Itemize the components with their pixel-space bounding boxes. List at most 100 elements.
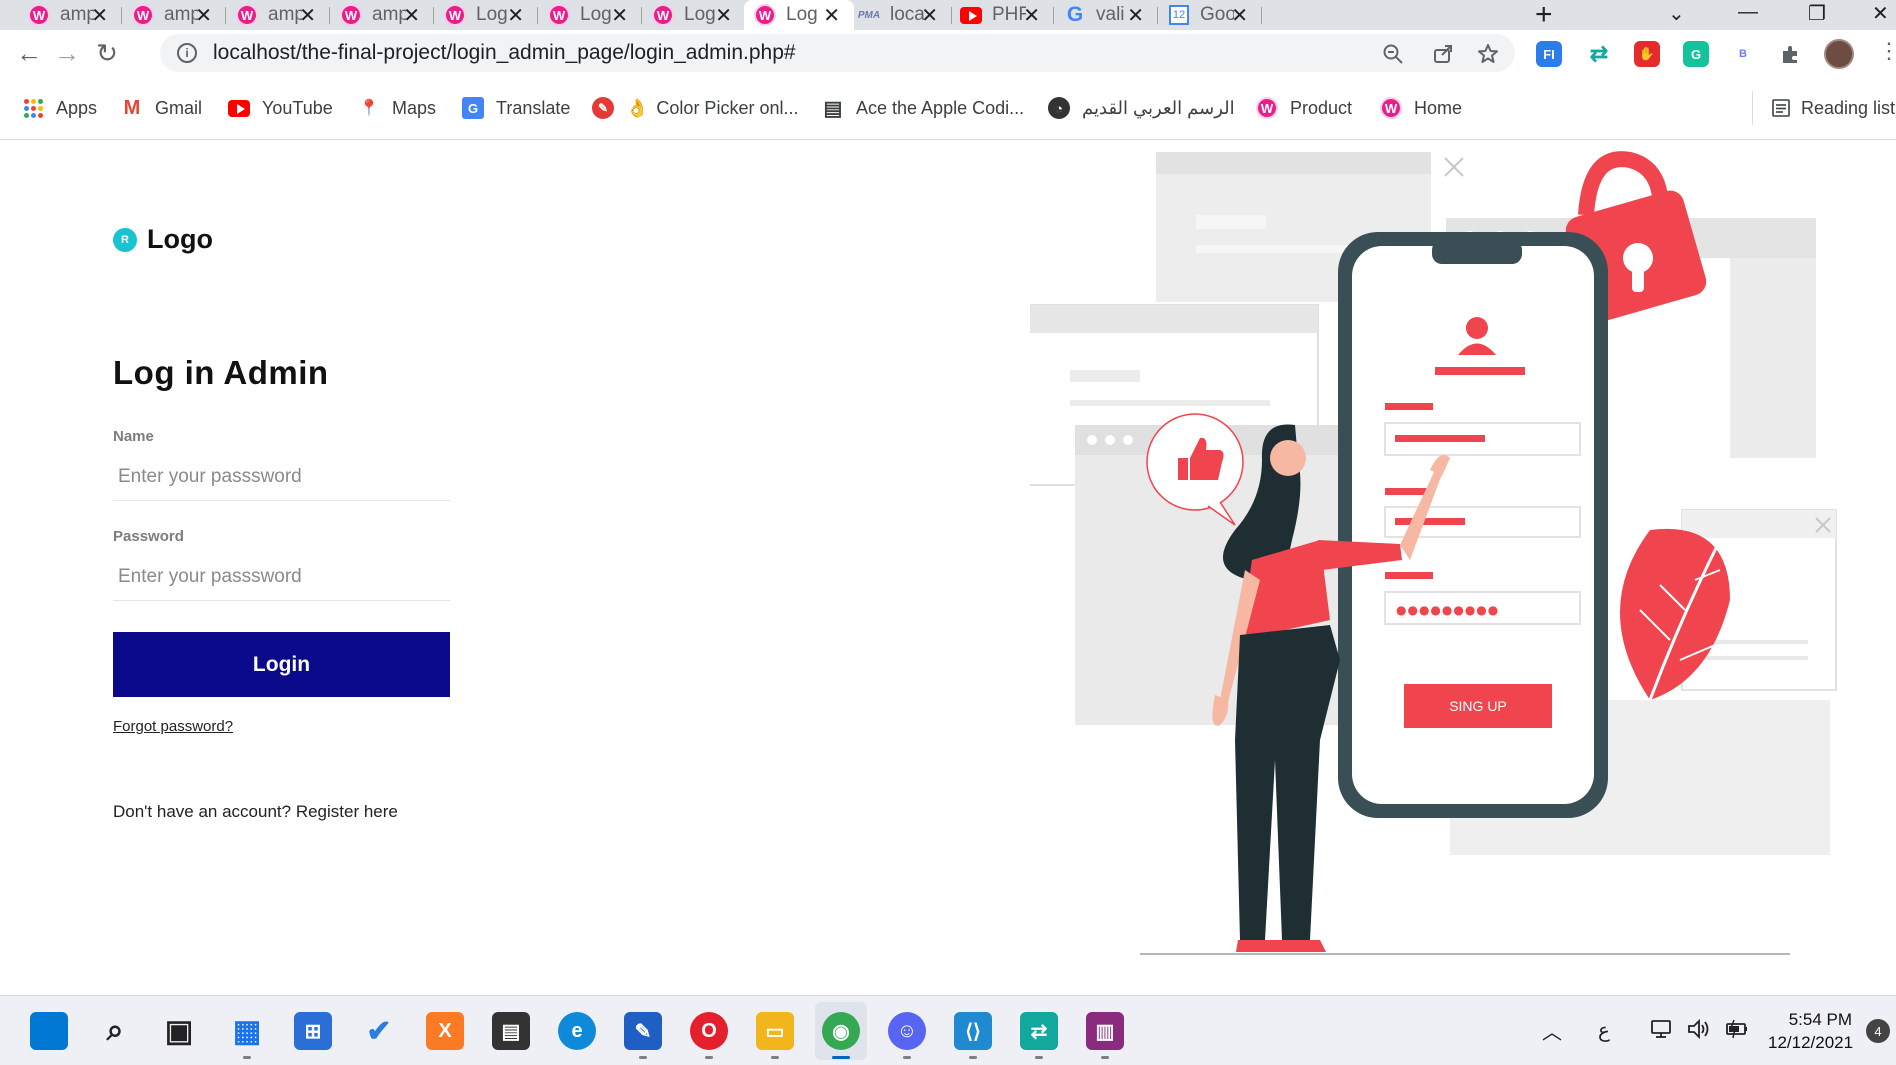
- url-text[interactable]: localhost/the-final-project/login_admin_…: [213, 41, 796, 65]
- tab-close-icon[interactable]: ✕: [403, 3, 420, 28]
- share-icon[interactable]: [1432, 43, 1454, 65]
- site-info-icon[interactable]: i: [177, 43, 197, 63]
- bookmark-item[interactable]: ▤ Ace the Apple Codi...: [822, 97, 1025, 120]
- reading-list-button[interactable]: Reading list: [1752, 91, 1895, 125]
- clock-date: 12/12/2021: [1768, 1033, 1854, 1052]
- system-clock[interactable]: 5:54 PM 12/12/2021: [1768, 1008, 1854, 1054]
- tab-close-icon[interactable]: ✕: [1231, 3, 1248, 28]
- restore-icon[interactable]: ❐: [1808, 1, 1826, 26]
- bookmark-item[interactable]: W Home: [1380, 97, 1462, 119]
- bookmark-item[interactable]: M Gmail: [121, 97, 202, 119]
- search-icon[interactable]: ⌕: [96, 1012, 134, 1050]
- wamp-icon: W: [236, 4, 258, 26]
- widgets-icon[interactable]: ▦: [228, 1012, 266, 1050]
- reload-icon[interactable]: ↻: [92, 38, 122, 69]
- browser-tab[interactable]: W Log ✕: [642, 0, 746, 30]
- xampp-icon[interactable]: X: [426, 1012, 464, 1050]
- browser-tab[interactable]: Wampps✕: [330, 0, 434, 30]
- notification-count-badge[interactable]: 4: [1866, 1019, 1890, 1043]
- login-button[interactable]: Login: [113, 632, 450, 697]
- chrome-icon[interactable]: ◉: [822, 1012, 860, 1050]
- back-icon[interactable]: ←: [14, 38, 44, 69]
- forward-icon[interactable]: →: [52, 38, 82, 69]
- tab-close-icon[interactable]: ✕: [1023, 3, 1040, 28]
- tab-close-icon[interactable]: ✕: [91, 3, 108, 28]
- screen-share-extension-icon[interactable]: ⇄: [1586, 41, 1612, 67]
- minimize-icon[interactable]: —: [1738, 1, 1758, 24]
- bookmark-item[interactable]: 📍 Maps: [358, 97, 436, 119]
- browser-tab[interactable]: Wampps✕: [122, 0, 226, 30]
- page-title: Log in Admin: [113, 354, 329, 391]
- browser-tab[interactable]: Wampps✕: [18, 0, 122, 30]
- input-language-indicator[interactable]: ع: [1598, 1018, 1610, 1043]
- bookmark-star-icon[interactable]: [1476, 42, 1500, 66]
- tab-close-icon[interactable]: ✕: [611, 3, 628, 28]
- windows-start-icon[interactable]: [30, 1012, 68, 1050]
- vscode-icon[interactable]: ⟨⟩: [954, 1012, 992, 1050]
- wamp-icon: W: [132, 4, 154, 26]
- tab-close-icon[interactable]: ✕: [507, 3, 524, 28]
- file-explorer-icon[interactable]: ▭: [756, 1012, 794, 1050]
- brand-logo[interactable]: R Logo: [113, 224, 213, 255]
- browser-tab[interactable]: Wampps✕: [226, 0, 330, 30]
- close-window-icon[interactable]: ✕: [1872, 1, 1889, 26]
- bookmark-label: الرسم العربي القديم: [1082, 97, 1235, 118]
- grammarly-extension-icon[interactable]: G: [1683, 41, 1709, 67]
- discord-icon[interactable]: ☺: [888, 1012, 926, 1050]
- tab-search-icon[interactable]: ⌄: [1668, 1, 1685, 26]
- profile-avatar[interactable]: [1824, 39, 1854, 69]
- bookmark-label: Color Picker onl...: [656, 97, 799, 118]
- edge-icon[interactable]: e: [558, 1012, 596, 1050]
- register-prompt[interactable]: Don't have an account? Register here: [113, 802, 398, 822]
- tab-close-icon[interactable]: ✕: [1127, 3, 1144, 28]
- battery-charging-icon[interactable]: [1724, 1019, 1750, 1039]
- address-bar[interactable]: i localhost/the-final-project/login_admi…: [160, 34, 1515, 72]
- bookmark-item[interactable]: ◔ الرسم العربي القديم: [1048, 97, 1235, 119]
- tab-close-icon[interactable]: ✕: [823, 3, 840, 28]
- tab-close-icon[interactable]: ✕: [715, 3, 732, 28]
- winrar-icon[interactable]: ▥: [1086, 1012, 1124, 1050]
- name-input[interactable]: [113, 453, 450, 501]
- new-tab-button[interactable]: +: [1535, 0, 1553, 32]
- document-icon: ▤: [823, 97, 843, 120]
- tray-overflow-chevron-icon[interactable]: ︿: [1542, 1016, 1562, 1045]
- fi-extension-icon[interactable]: FI: [1536, 41, 1562, 67]
- browser-tab[interactable]: 12 Goo ✕: [1158, 0, 1262, 30]
- bookmark-item[interactable]: G Translate: [462, 97, 570, 119]
- forgot-password-link[interactable]: Forgot password?: [113, 718, 233, 735]
- browser-tab[interactable]: Gvali ✕: [1054, 0, 1158, 30]
- todo-icon[interactable]: ✔: [360, 1012, 398, 1050]
- wamp-icon-glyph: W: [652, 4, 674, 26]
- tab-close-icon[interactable]: ✕: [921, 3, 938, 28]
- microsoft-store-icon[interactable]: ⊞: [294, 1012, 332, 1050]
- zoom-icon[interactable]: [1382, 43, 1404, 65]
- screen-share-icon[interactable]: ⇄: [1020, 1012, 1058, 1050]
- extensions-puzzle-icon[interactable]: [1779, 42, 1803, 66]
- tab-close-icon[interactable]: ✕: [299, 3, 316, 28]
- stop-extension-icon[interactable]: ✋: [1634, 41, 1660, 67]
- volume-icon[interactable]: [1686, 1018, 1712, 1040]
- bookmark-item[interactable]: ✎ 👌 Color Picker onl...: [592, 97, 798, 119]
- tab-close-icon[interactable]: ✕: [195, 3, 212, 28]
- hand-emoji-icon: 👌: [626, 97, 649, 118]
- password-input[interactable]: [113, 553, 450, 601]
- browser-tab[interactable]: W Log ✕: [744, 0, 854, 30]
- bookmark-item[interactable]: Apps: [22, 97, 97, 119]
- calendar-icon-glyph: 12: [1169, 5, 1189, 25]
- browser-tab[interactable]: PHF ✕: [950, 0, 1054, 30]
- bookmark-item[interactable]: W Product: [1256, 97, 1352, 119]
- task-view-icon[interactable]: ▣: [160, 1012, 198, 1050]
- browser-tab[interactable]: W Log ✕: [434, 0, 538, 30]
- menu-kebab-icon[interactable]: ⋮: [1878, 38, 1896, 64]
- browser-tab[interactable]: W Log ✕: [538, 0, 642, 30]
- bookmark-item[interactable]: YouTube: [228, 97, 333, 119]
- whiteboard-icon[interactable]: ✎: [624, 1012, 662, 1050]
- network-icon[interactable]: [1650, 1018, 1674, 1040]
- opera-icon[interactable]: O: [690, 1012, 728, 1050]
- tab-title: ampps: [60, 4, 94, 25]
- tab-title: loca: [890, 4, 924, 25]
- browser-tab[interactable]: PMA loca ✕: [848, 0, 952, 30]
- sticky-notes-icon[interactable]: ▤: [492, 1012, 530, 1050]
- wamp-icon-glyph: W: [754, 4, 776, 26]
- b-extension-icon[interactable]: B: [1730, 41, 1756, 67]
